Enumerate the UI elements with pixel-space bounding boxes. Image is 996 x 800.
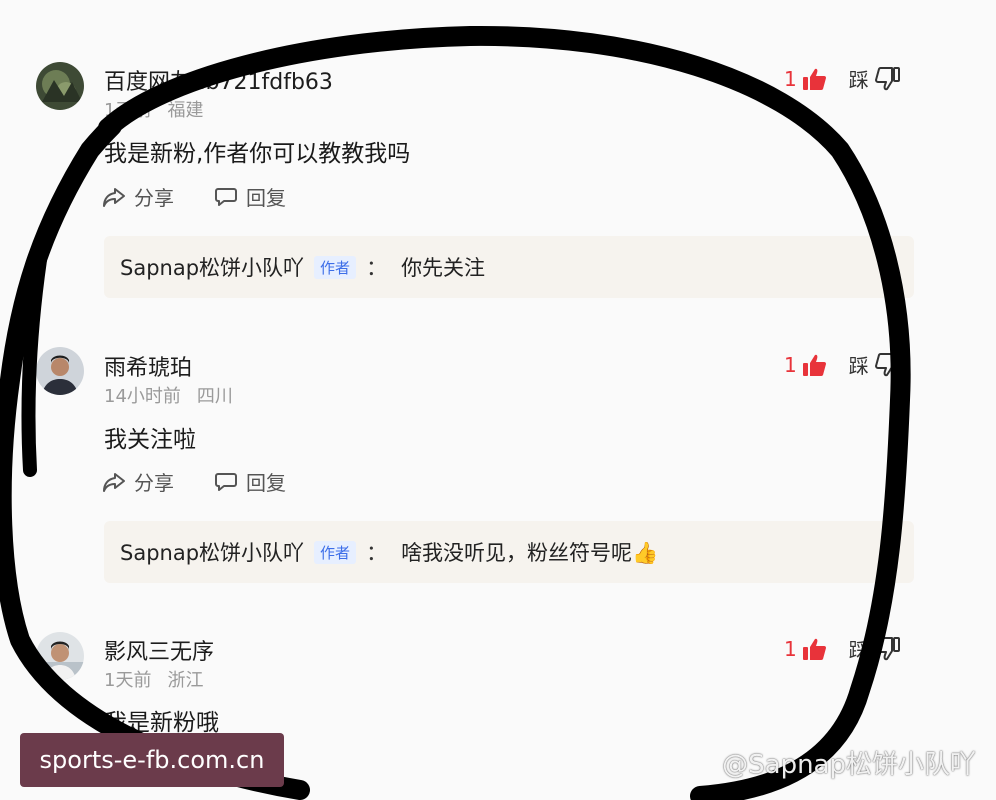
author-badge: 作者: [314, 255, 357, 279]
vote-group: 1 踩: [784, 64, 901, 93]
comment-meta: 14小时前 四川: [104, 382, 233, 408]
timestamp: 1天前: [104, 670, 152, 691]
reply-label: 回复: [246, 471, 286, 495]
comment-bubble-icon: [215, 187, 237, 206]
share-button[interactable]: 分享: [102, 467, 174, 496]
share-button[interactable]: 分享: [102, 182, 174, 211]
comment-meta: 1天前 浙江: [104, 666, 203, 692]
avatar[interactable]: [36, 62, 84, 110]
reply-label: 回复: [246, 186, 286, 210]
dislike-label: 踩: [848, 68, 869, 92]
author-reply[interactable]: Sapnap松饼小队吖 作者 ： 啥我没听见，粉丝符号呢👍: [104, 521, 914, 583]
location: 福建: [167, 100, 204, 121]
timestamp: 14小时前: [104, 386, 181, 407]
comment-actions: 分享 回复: [102, 182, 326, 211]
vote-group: 1 踩: [784, 350, 901, 379]
comment-text: 我关注啦: [104, 427, 196, 453]
reply-colon: ：: [366, 541, 388, 565]
thumbs-up-icon[interactable]: [801, 636, 827, 662]
share-icon: [103, 472, 125, 492]
reply-button[interactable]: 回复: [214, 182, 286, 211]
comment-meta: 1天前 福建: [104, 96, 203, 122]
share-label: 分享: [134, 471, 174, 495]
dislike-button[interactable]: 踩: [849, 350, 901, 379]
reply-text: 你先关注: [401, 256, 486, 280]
thumbs-up-icon[interactable]: [801, 66, 827, 92]
thumbs-up-icon[interactable]: [801, 352, 827, 378]
comment-bubble-icon: [215, 472, 237, 491]
location: 浙江: [167, 670, 204, 691]
reply-colon: ：: [366, 256, 388, 280]
comment-actions: 分享 回复: [102, 467, 326, 496]
username[interactable]: 雨希琥珀: [104, 350, 192, 382]
like-count: 1: [784, 636, 797, 661]
share-label: 分享: [134, 186, 174, 210]
dislike-label: 踩: [848, 638, 869, 662]
timestamp: 1天前: [104, 100, 152, 121]
username[interactable]: 百度网友eb721fdfb63: [104, 64, 333, 96]
like-count: 1: [784, 352, 797, 377]
author-badge: 作者: [314, 540, 357, 564]
reply-author[interactable]: Sapnap松饼小队吖: [120, 537, 304, 567]
reply-button[interactable]: 回复: [214, 467, 286, 496]
vote-group: 1 踩: [784, 634, 901, 663]
username[interactable]: 影风三无序: [104, 634, 214, 666]
like-count: 1: [784, 66, 797, 91]
thumbs-down-icon: [874, 636, 900, 660]
site-badge: sports-e-fb.com.cn: [20, 733, 284, 787]
thumbs-down-icon: [874, 352, 900, 376]
author-reply[interactable]: Sapnap松饼小队吖 作者 ： 你先关注: [104, 236, 914, 298]
thumbs-down-icon: [874, 66, 900, 90]
share-icon: [103, 187, 125, 207]
avatar[interactable]: [36, 347, 84, 395]
comment-text: 我是新粉,作者你可以教教我吗: [104, 141, 411, 167]
dislike-button[interactable]: 踩: [849, 634, 901, 663]
reply-author[interactable]: Sapnap松饼小队吖: [120, 252, 304, 282]
location: 四川: [196, 386, 233, 407]
reply-text: 啥我没听见，粉丝符号呢👍: [401, 541, 659, 565]
avatar[interactable]: [36, 632, 84, 680]
dislike-label: 踩: [848, 354, 869, 378]
comment-text: 我是新粉哦: [104, 710, 219, 736]
dislike-button[interactable]: 踩: [849, 64, 901, 93]
watermark: @Sapnap松饼小队吖: [722, 750, 976, 780]
